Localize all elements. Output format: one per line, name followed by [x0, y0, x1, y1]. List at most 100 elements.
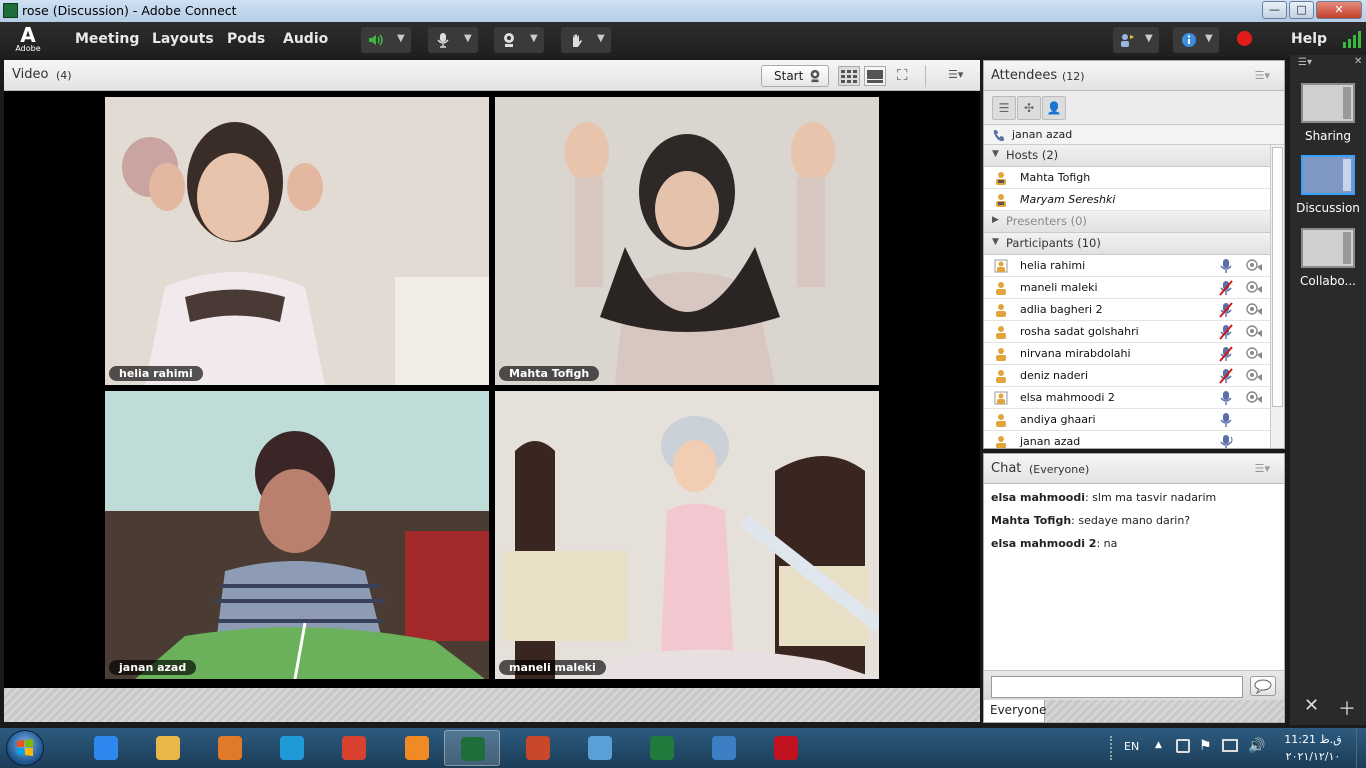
video-name-label: Mahta Tofigh	[499, 366, 600, 381]
taskbar-app-paint[interactable]	[572, 730, 628, 766]
participant-row[interactable]: janan azad	[984, 431, 1270, 448]
pod-menu-icon[interactable]: ☰▾	[1255, 462, 1270, 475]
record-icon[interactable]	[1237, 31, 1252, 46]
network-icon[interactable]	[1222, 739, 1238, 752]
clock-time[interactable]: 11:21 ق.ظ	[1278, 733, 1348, 746]
participant-row[interactable]: elsa mahmoodi 2	[984, 387, 1270, 409]
windows-start-button[interactable]	[6, 730, 44, 766]
filmstrip-view-button[interactable]	[838, 66, 860, 86]
participant-row[interactable]: rosha sadat golshahri	[984, 321, 1270, 343]
chat-tab-everyone[interactable]: Everyone	[984, 700, 1046, 722]
menu-help[interactable]: Help	[1291, 31, 1327, 47]
pod-menu-icon[interactable]: ☰▾	[948, 68, 963, 81]
send-chat-button[interactable]	[1250, 676, 1276, 696]
menu-pods[interactable]: Pods	[227, 31, 265, 47]
webcam-feed	[105, 391, 489, 679]
participant-row[interactable]: andiya ghaari	[984, 409, 1270, 431]
microphone-muted-icon	[1219, 324, 1233, 340]
menu-audio[interactable]: Audio	[283, 31, 328, 47]
group-hosts[interactable]: ▼ Hosts (2)	[984, 145, 1270, 167]
maximize-button[interactable]: □	[1289, 1, 1314, 19]
taskbar-app-excel[interactable]	[634, 730, 690, 766]
layout-sharing[interactable]: Sharing	[1290, 83, 1366, 143]
microphone-icon	[437, 33, 449, 48]
menu-meeting[interactable]: Meeting	[75, 31, 139, 47]
speaker-control[interactable]: ▼	[361, 27, 411, 53]
flag-icon[interactable]: ⚑	[1199, 738, 1212, 754]
start-webcam-button[interactable]: Start	[761, 65, 829, 87]
participant-row[interactable]: maneli maleki	[984, 277, 1270, 299]
language-indicator[interactable]: EN	[1124, 740, 1139, 753]
video-tile[interactable]: janan azad	[105, 391, 489, 679]
participant-row[interactable]: deniz naderi	[984, 365, 1270, 387]
fullscreen-icon[interactable]: ⛶	[897, 66, 908, 84]
layout-discussion[interactable]: Discussion	[1290, 155, 1366, 215]
list-view-button[interactable]: ☰	[992, 96, 1016, 120]
group-participants[interactable]: ▼ Participants (10)	[984, 233, 1270, 255]
pod-menu-icon[interactable]: ☰▾	[1255, 69, 1270, 82]
phone-speaking-icon	[993, 129, 1005, 142]
show-hidden-icons[interactable]: ▲	[1155, 740, 1162, 750]
attendee-name: andiya ghaari	[1020, 413, 1096, 426]
status-view-button[interactable]: 👤	[1042, 96, 1066, 120]
info-control[interactable]: ▼	[1173, 27, 1219, 53]
raise-hand-control[interactable]: ▼	[561, 27, 611, 53]
attendee-list-scrollbar[interactable]	[1270, 145, 1284, 448]
spotlight-view-button[interactable]	[864, 66, 886, 86]
attendee-name: janan azad	[1020, 435, 1081, 448]
webcam-control[interactable]: ▼	[494, 27, 544, 53]
host-row[interactable]: Mahta Tofigh	[984, 167, 1270, 189]
taskbar-app-powerpoint[interactable]	[510, 730, 566, 766]
attendees-pod: Attendees (12) ☰▾ ☰ ✣ 👤 janan azad ▼ Host…	[983, 60, 1285, 449]
participant-icon	[996, 436, 1006, 448]
menu-layouts[interactable]: Layouts	[152, 31, 214, 47]
attendee-count: (12)	[1062, 70, 1085, 83]
close-window-button[interactable]: ✕	[1316, 1, 1362, 19]
taskbar-app-edge[interactable]	[264, 730, 320, 766]
chat-sender: Mahta Tofigh	[991, 514, 1072, 527]
video-tile[interactable]: helia rahimi	[105, 97, 489, 385]
taskbar-app-internet-explorer[interactable]	[78, 730, 134, 766]
host-row[interactable]: Maryam Sereshki	[984, 189, 1270, 211]
panel-menu-icon[interactable]: ☰▾	[1298, 57, 1312, 68]
video-tile[interactable]: Mahta Tofigh	[495, 97, 879, 385]
show-desktop-button[interactable]	[1356, 728, 1366, 768]
participant-row[interactable]: nirvana mirabdolahi	[984, 343, 1270, 365]
layout-label: Collabo...	[1300, 274, 1356, 288]
add-layout-icon[interactable]: ＋	[1338, 695, 1356, 721]
webcam-status-icon	[1246, 347, 1262, 359]
microphone-control[interactable]: ▼	[428, 27, 478, 53]
participant-row[interactable]: helia rahimi	[984, 255, 1270, 277]
device-icon[interactable]	[1176, 739, 1190, 753]
group-presenters[interactable]: ▶ Presenters (0)	[984, 211, 1270, 233]
volume-icon[interactable]: 🔊	[1248, 738, 1265, 754]
clock-date[interactable]: ۲۰۲۱/۱۲/۱۰	[1278, 750, 1348, 763]
paint-icon	[588, 736, 612, 760]
chat-input[interactable]	[991, 676, 1243, 698]
layout-collaboration[interactable]: Collabo...	[1290, 228, 1366, 288]
taskbar-app-photos[interactable]	[696, 730, 752, 766]
video-tile[interactable]: maneli maleki	[495, 391, 879, 679]
presenter-tools-control[interactable]: ▼	[1113, 27, 1159, 53]
breakout-view-button[interactable]: ✣	[1017, 96, 1041, 120]
taskbar-app-file-explorer[interactable]	[140, 730, 196, 766]
taskbar-app-media-player[interactable]	[202, 730, 258, 766]
scrollbar-thumb[interactable]	[1272, 147, 1283, 407]
powerpoint-icon	[526, 736, 550, 760]
participant-icon	[996, 370, 1006, 383]
participant-row[interactable]: adlia bagheri 2	[984, 299, 1270, 321]
chat-text: slm ma tasvir nadarim	[1092, 491, 1217, 504]
speaker-icon	[369, 34, 383, 46]
taskbar-app-chrome[interactable]	[326, 730, 382, 766]
taskbar-app-firefox[interactable]	[389, 730, 445, 766]
media-player-icon	[218, 736, 242, 760]
minimize-button[interactable]: —	[1262, 1, 1287, 19]
taskbar-app-adobe-connect[interactable]	[444, 730, 500, 766]
layout-label: Sharing	[1304, 129, 1352, 143]
layout-tools-icon[interactable]: ✕	[1304, 695, 1319, 716]
participant-camera-icon	[994, 259, 1008, 273]
video-count: (4)	[56, 69, 72, 82]
taskbar-app-acrobat[interactable]	[758, 730, 814, 766]
close-icon[interactable]: ✕	[1354, 56, 1362, 67]
chat-message: elsa mahmoodi 2: na	[991, 537, 1118, 550]
